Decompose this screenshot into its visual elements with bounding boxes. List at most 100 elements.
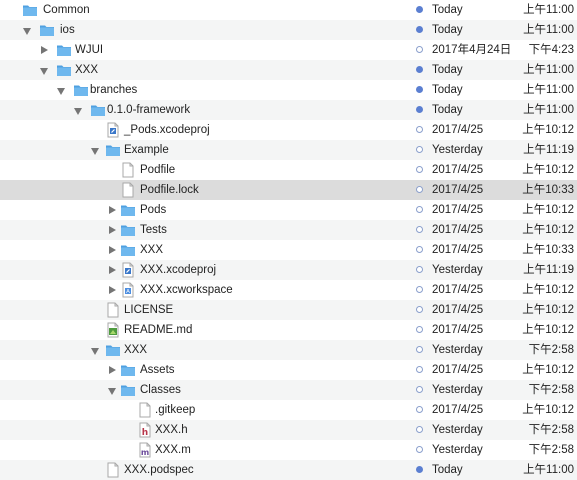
xcworkspace-icon: A <box>120 282 136 298</box>
folder-icon <box>39 22 55 38</box>
status-dot-hollow-icon <box>416 326 423 333</box>
time-modified: 上午11:00 <box>523 84 574 96</box>
file-row[interactable]: Classes Yesterday 下午2:58 <box>0 380 577 400</box>
status-dot-filled-icon <box>416 86 423 93</box>
time-modified: 上午10:12 <box>522 304 574 316</box>
time-modified: 上午11:00 <box>523 24 574 36</box>
file-row[interactable]: 0.1.0-framework Today 上午11:00 <box>0 100 577 120</box>
status-dot-hollow-icon <box>416 146 423 153</box>
disclosure-open-icon[interactable] <box>22 20 32 40</box>
date-modified: 2017/4/25 <box>432 364 484 376</box>
status-dot-hollow-icon <box>416 426 423 433</box>
time-modified: 下午2:58 <box>528 344 574 356</box>
folder-icon <box>120 382 136 398</box>
date-modified: 2017/4/25 <box>432 404 484 416</box>
time-modified: 下午2:58 <box>528 444 574 456</box>
markdown-file-icon <box>105 322 121 338</box>
date-modified: 2017/4/25 <box>432 324 484 336</box>
status-dot-hollow-icon <box>416 126 423 133</box>
file-row[interactable]: .gitkeep 2017/4/25 上午10:12 <box>0 400 577 420</box>
disclosure-open-icon[interactable] <box>39 60 49 80</box>
file-row[interactable]: h XXX.h Yesterday 下午2:58 <box>0 420 577 440</box>
time-modified: 上午11:19 <box>523 264 574 276</box>
status-dot-hollow-icon <box>416 226 423 233</box>
date-modified: Today <box>432 4 463 16</box>
file-row[interactable]: XXX 2017/4/25 上午10:33 <box>0 240 577 260</box>
date-modified: Yesterday <box>432 344 483 356</box>
file-name: XXX <box>140 244 164 256</box>
disclosure-closed-icon[interactable] <box>107 200 117 220</box>
file-row[interactable]: Example Yesterday 上午11:19 <box>0 140 577 160</box>
time-modified: 上午10:12 <box>522 204 574 216</box>
disclosure-closed-icon[interactable] <box>107 360 117 380</box>
file-row[interactable]: LICENSE 2017/4/25 上午10:12 <box>0 300 577 320</box>
file-row[interactable]: Assets 2017/4/25 上午10:12 <box>0 360 577 380</box>
disclosure-open-icon[interactable] <box>73 100 83 120</box>
file-row[interactable]: branches Today 上午11:00 <box>0 80 577 100</box>
file-row[interactable]: Common Today 上午11:00 <box>0 0 577 20</box>
disclosure-open-icon[interactable] <box>56 80 66 100</box>
status-dot-hollow-icon <box>416 306 423 313</box>
time-modified: 上午10:12 <box>522 324 574 336</box>
file-list: Common Today 上午11:00 ios Today 上午11:00 WJUI 201… <box>0 0 577 480</box>
file-row[interactable]: XXX.xcodeproj Yesterday 上午11:19 <box>0 260 577 280</box>
file-row[interactable]: Tests 2017/4/25 上午10:12 <box>0 220 577 240</box>
document-icon <box>120 182 136 198</box>
file-row[interactable]: README.md 2017/4/25 上午10:12 <box>0 320 577 340</box>
document-icon <box>105 302 121 318</box>
file-row[interactable]: ios Today 上午11:00 <box>0 20 577 40</box>
disclosure-closed-icon[interactable] <box>107 280 117 300</box>
time-modified: 上午10:33 <box>522 244 574 256</box>
date-modified: 2017/4/25 <box>432 304 484 316</box>
date-modified: 2017/4/25 <box>432 164 484 176</box>
document-icon <box>105 462 121 478</box>
file-name: XXX <box>75 64 99 76</box>
disclosure-closed-icon[interactable] <box>39 40 49 60</box>
folder-icon <box>56 62 72 78</box>
disclosure-closed-icon[interactable] <box>107 220 117 240</box>
folder-icon <box>120 242 136 258</box>
svg-text:m: m <box>141 448 149 457</box>
status-dot-hollow-icon <box>416 206 423 213</box>
time-modified: 上午10:12 <box>522 404 574 416</box>
file-row[interactable]: m XXX.m Yesterday 下午2:58 <box>0 440 577 460</box>
time-modified: 上午10:33 <box>522 184 574 196</box>
file-row[interactable]: A XXX.xcworkspace 2017/4/25 上午10:12 <box>0 280 577 300</box>
file-row[interactable]: Podfile.lock 2017/4/25 上午10:33 <box>0 180 577 200</box>
date-modified: Today <box>432 24 463 36</box>
file-name: Example <box>124 144 169 156</box>
disclosure-open-icon[interactable] <box>90 340 100 360</box>
file-row[interactable]: Podfile 2017/4/25 上午10:12 <box>0 160 577 180</box>
date-modified: 2017/4/25 <box>432 244 484 256</box>
file-name: XXX.xcodeproj <box>140 264 217 276</box>
disclosure-closed-icon[interactable] <box>107 260 117 280</box>
svg-text:h: h <box>142 428 148 438</box>
file-row[interactable]: XXX Yesterday 下午2:58 <box>0 340 577 360</box>
file-row[interactable]: _Pods.xcodeproj 2017/4/25 上午10:12 <box>0 120 577 140</box>
file-row[interactable]: WJUI 2017年4月24日 下午4:23 <box>0 40 577 60</box>
status-dot-hollow-icon <box>416 246 423 253</box>
date-modified: Yesterday <box>432 264 483 276</box>
date-modified: Yesterday <box>432 384 483 396</box>
file-row[interactable]: XXX Today 上午11:00 <box>0 60 577 80</box>
file-name: _Pods.xcodeproj <box>124 124 210 136</box>
status-dot-hollow-icon <box>416 406 423 413</box>
file-name: XXX.xcworkspace <box>140 284 233 296</box>
status-dot-filled-icon <box>416 66 423 73</box>
status-dot-hollow-icon <box>416 346 423 353</box>
disclosure-open-icon[interactable] <box>90 140 100 160</box>
file-name: README.md <box>124 324 193 336</box>
date-modified: 2017/4/25 <box>432 284 484 296</box>
date-modified: 2017/4/25 <box>432 204 484 216</box>
date-modified: 2017年4月24日 <box>432 44 512 56</box>
file-row[interactable]: Pods 2017/4/25 上午10:12 <box>0 200 577 220</box>
status-dot-hollow-icon <box>416 286 423 293</box>
disclosure-open-icon[interactable] <box>107 380 117 400</box>
file-row[interactable]: XXX.podspec Today 上午11:00 <box>0 460 577 480</box>
time-modified: 上午10:12 <box>522 364 574 376</box>
time-modified: 下午2:58 <box>528 384 574 396</box>
disclosure-closed-icon[interactable] <box>107 240 117 260</box>
file-name: XXX.podspec <box>124 464 194 476</box>
folder-icon <box>56 42 72 58</box>
status-dot-filled-icon <box>416 466 423 473</box>
